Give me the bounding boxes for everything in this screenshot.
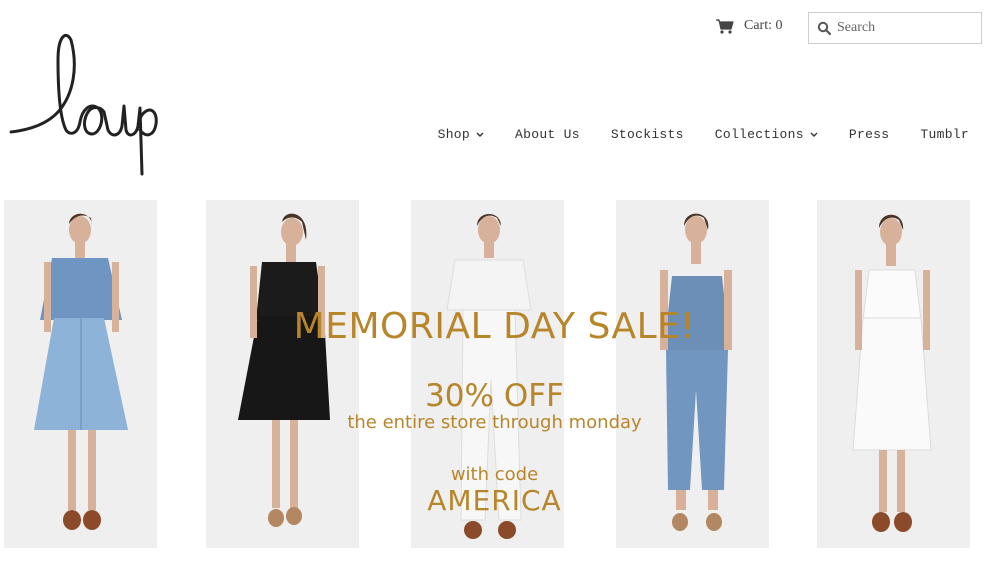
promo-headline: MEMORIAL DAY SALE! (293, 306, 696, 347)
nav-item-about-us[interactable]: About Us (515, 127, 580, 142)
chevron-down-icon (810, 132, 818, 137)
nav-item-label: Collections (714, 127, 804, 142)
nav-item-label: Stockists (610, 127, 684, 142)
chevron-down-icon (476, 132, 484, 137)
nav-item-label: Shop (437, 127, 471, 142)
promo-discount: 30% OFF (425, 378, 564, 414)
nav-item-press[interactable]: Press (849, 127, 890, 142)
shopping-cart-icon (716, 18, 734, 34)
nav-item-shop[interactable]: Shop (438, 127, 484, 142)
cart-link[interactable]: Cart: 0 (716, 18, 783, 34)
cart-count-label: Cart: 0 (744, 18, 783, 33)
loup-logo-icon (9, 34, 158, 176)
nav-item-collections[interactable]: Collections (715, 127, 818, 142)
search-input[interactable] (837, 14, 977, 42)
promo-code: AMERICA (427, 484, 562, 517)
nav-item-stockists[interactable]: Stockists (611, 127, 684, 142)
nav-item-tumblr[interactable]: Tumblr (920, 127, 969, 142)
nav-item-label: Press (848, 127, 890, 142)
search-icon (817, 21, 831, 35)
search-box[interactable] (808, 12, 982, 44)
nav-item-label: Tumblr (920, 127, 969, 142)
hero-banner[interactable]: MEMORIAL DAY SALE! 30% OFF the entire st… (0, 200, 989, 548)
promo-overlay: MEMORIAL DAY SALE! 30% OFF the entire st… (0, 200, 989, 548)
nav-item-label: About Us (515, 127, 580, 142)
main-nav: Shop About Us Stockists Collections Pres… (438, 127, 969, 142)
brand-logo[interactable] (8, 30, 158, 180)
promo-detail: the entire store through monday (347, 412, 642, 433)
promo-code-label: with code (450, 464, 539, 485)
